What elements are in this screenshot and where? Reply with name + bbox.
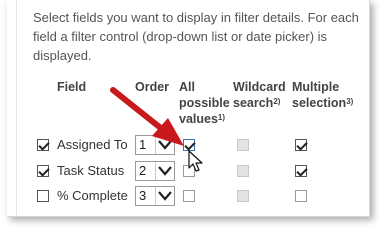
annotation-arrow-icon bbox=[110, 87, 184, 146]
mouse-pointer-icon bbox=[188, 150, 203, 172]
